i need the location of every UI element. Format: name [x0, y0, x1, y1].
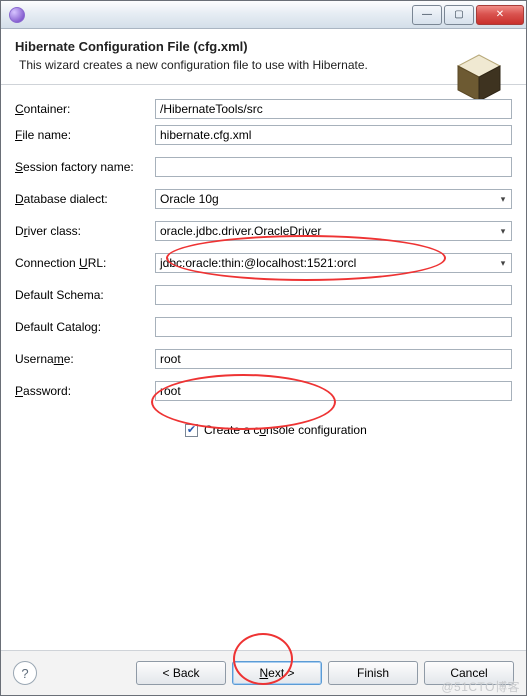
finish-button[interactable]: Finish	[328, 661, 418, 685]
driver-label: Driver class:	[15, 224, 155, 238]
filename-label: File name:	[15, 128, 155, 142]
filename-input[interactable]: hibernate.cfg.xml	[155, 125, 512, 145]
url-dropdown[interactable]: jdbc:oracle:thin:@localhost:1521:orcl ▾	[155, 253, 512, 273]
username-input[interactable]: root	[155, 349, 512, 369]
username-label: Username:	[15, 352, 155, 366]
app-icon	[9, 7, 25, 23]
url-label: Connection URL:	[15, 256, 155, 270]
container-label: Container:	[15, 102, 155, 116]
url-value: jdbc:oracle:thin:@localhost:1521:orcl	[160, 256, 356, 270]
maximize-button[interactable]: ▢	[444, 5, 474, 25]
dialect-value: Oracle 10g	[160, 192, 219, 206]
wizard-header: Hibernate Configuration File (cfg.xml) T…	[1, 29, 526, 85]
catalog-label: Default Catalog:	[15, 320, 155, 334]
schema-input[interactable]	[155, 285, 512, 305]
minimize-button[interactable]: —	[412, 5, 442, 25]
console-label: Create a console configuration	[204, 423, 367, 437]
password-label: Password:	[15, 384, 155, 398]
password-input[interactable]: root	[155, 381, 512, 401]
watermark: @51CTO博客	[441, 678, 520, 695]
session-factory-input[interactable]	[155, 157, 512, 177]
catalog-input[interactable]	[155, 317, 512, 337]
dialect-dropdown[interactable]: Oracle 10g ▾	[155, 189, 512, 209]
chevron-down-icon: ▾	[495, 258, 511, 269]
driver-value: oracle.jdbc.driver.OracleDriver	[160, 224, 321, 238]
container-input[interactable]: /HibernateTools/src	[155, 99, 512, 119]
dialect-label: Database dialect:	[15, 192, 155, 206]
chevron-down-icon: ▾	[495, 194, 511, 205]
titlebar: — ▢ ✕	[1, 1, 526, 29]
wizard-title: Hibernate Configuration File (cfg.xml)	[15, 39, 512, 54]
wizard-subtitle: This wizard creates a new configuration …	[19, 58, 512, 72]
form-area: Container: /HibernateTools/src File name…	[1, 85, 526, 445]
next-button[interactable]: Next >	[232, 661, 322, 685]
close-button[interactable]: ✕	[476, 5, 524, 25]
help-button[interactable]: ?	[13, 661, 37, 685]
session-factory-label: Session factory name:	[15, 160, 155, 174]
back-button[interactable]: < Back	[136, 661, 226, 685]
chevron-down-icon: ▾	[495, 226, 511, 237]
driver-dropdown[interactable]: oracle.jdbc.driver.OracleDriver ▾	[155, 221, 512, 241]
console-checkbox[interactable]: ✔	[185, 424, 198, 437]
schema-label: Default Schema:	[15, 288, 155, 302]
